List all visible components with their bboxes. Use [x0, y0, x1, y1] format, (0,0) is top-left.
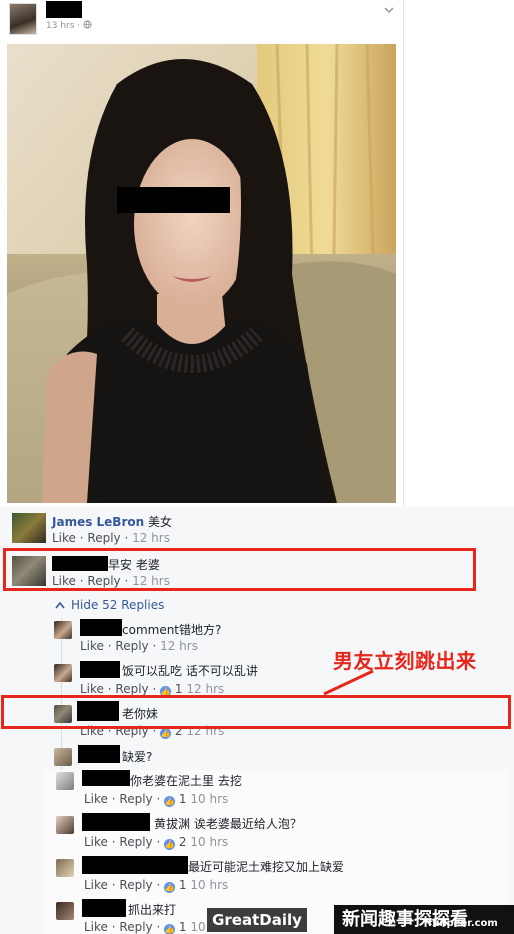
hide-replies-link[interactable]: Hide 52 Replies [55, 598, 164, 612]
redacted-replier-name [80, 661, 120, 678]
comment-text: 美女 [148, 515, 173, 529]
reply-time[interactable]: 10 hrs [190, 835, 228, 849]
watermark-site: funpeer.com [428, 918, 498, 929]
like-link[interactable]: Like [84, 835, 108, 849]
like-link[interactable]: Like [80, 639, 104, 653]
like-link[interactable]: Like [80, 682, 104, 696]
post-photo[interactable] [7, 44, 396, 503]
chevron-down-icon[interactable] [384, 5, 394, 15]
reply-actions: Like · Reply · 12 hrs [80, 639, 198, 653]
redacted-poster-name [46, 1, 82, 18]
replier-avatar[interactable] [54, 748, 72, 766]
reply-item: 你老婆在泥土里 去挖 Like · Reply · 👍 1 10 hrs [0, 769, 514, 809]
comment-time[interactable]: 12 hrs [132, 531, 170, 545]
redacted-replier-name [82, 813, 150, 831]
reply-link[interactable]: Reply [115, 639, 148, 653]
poster-avatar[interactable] [9, 3, 37, 35]
redacted-replier-name [78, 745, 120, 763]
commenter-avatar[interactable] [12, 513, 46, 543]
redacted-replier-name [82, 856, 188, 874]
reply-text: 最近可能泥土难挖又加上缺爱 [188, 860, 345, 874]
replier-avatar[interactable] [56, 902, 74, 920]
like-link[interactable]: Like [52, 531, 76, 545]
thumbs-up-icon: 👍 [164, 882, 176, 893]
thumbs-up-icon: 👍 [164, 839, 176, 850]
thumbs-up-icon: 👍 [160, 728, 172, 739]
reply-time[interactable]: 12 hrs [186, 682, 224, 696]
replier-avatar[interactable] [54, 664, 72, 682]
redacted-replier-name [82, 770, 130, 786]
comment-item: James LeBron 美女 Like · Reply · 12 hrs [0, 507, 514, 547]
chevron-up-icon [55, 601, 65, 609]
like-count[interactable]: 1 [179, 878, 187, 892]
reply-time[interactable]: 10 hrs [190, 792, 228, 806]
highlight-box [1, 695, 511, 729]
globe-icon [83, 20, 92, 29]
reply-time[interactable]: 10 hrs [190, 878, 228, 892]
annotation-arrow-icon [323, 669, 374, 696]
watermark-greatdaily: GreatDaily [207, 908, 307, 932]
highlight-box [3, 548, 476, 591]
reply-actions: Like · Reply · 👍 1 10 hrs [84, 792, 229, 807]
replier-avatar[interactable] [56, 772, 74, 790]
post-time[interactable]: 13 hrs [46, 21, 74, 31]
reply-item: 缺爱? [0, 745, 514, 770]
like-link[interactable]: Like [84, 792, 108, 806]
reply-text: 饭可以乱吃 话不可以乱讲 [122, 664, 258, 678]
redacted-replier-name [80, 619, 122, 636]
like-link[interactable]: Like [84, 920, 108, 934]
reply-actions: Like · Reply · 👍 2 10 hrs [84, 835, 229, 850]
reply-item: 黄拔渊 诶老婆最近给人泡？ Like · Reply · 👍 2 10 hrs [0, 812, 514, 852]
reply-link[interactable]: Reply [115, 682, 148, 696]
reply-text: 抓出来打 [128, 903, 177, 917]
comment-actions: Like · Reply · 12 hrs [52, 531, 170, 545]
redacted-replier-name [82, 899, 126, 917]
replier-avatar[interactable] [56, 816, 74, 834]
reply-link[interactable]: Reply [119, 878, 152, 892]
reply-text: 缺爱? [122, 750, 153, 764]
like-count[interactable]: 1 [175, 682, 183, 696]
reply-link[interactable]: Reply [87, 531, 120, 545]
post-meta: 13 hrs · [46, 20, 92, 31]
like-count[interactable]: 1 [179, 920, 187, 934]
replier-avatar[interactable] [56, 859, 74, 877]
reply-link[interactable]: Reply [119, 835, 152, 849]
reply-text: comment错地方? [122, 623, 222, 637]
like-link[interactable]: Like [84, 878, 108, 892]
commenter-name[interactable]: James LeBron [52, 515, 144, 529]
reply-item: 最近可能泥土难挖又加上缺爱 Like · Reply · 👍 1 10 hrs [0, 855, 514, 895]
reply-time[interactable]: 12 hrs [160, 639, 198, 653]
reply-text: 你老婆在泥土里 去挖 [130, 774, 242, 788]
like-count[interactable]: 2 [179, 835, 187, 849]
like-count[interactable]: 1 [179, 792, 187, 806]
reply-text: 黄拔渊 诶老婆最近给人泡？ [154, 817, 302, 831]
reply-link[interactable]: Reply [119, 792, 152, 806]
reply-link[interactable]: Reply [119, 920, 152, 934]
photo-image [7, 44, 396, 503]
thumbs-up-icon: 👍 [164, 796, 176, 807]
replier-avatar[interactable] [54, 621, 72, 639]
post-card: 13 hrs · [0, 0, 404, 507]
reply-actions: Like · Reply · 👍 1 10 hrs [84, 878, 229, 893]
thumbs-up-icon: 👍 [164, 924, 176, 934]
